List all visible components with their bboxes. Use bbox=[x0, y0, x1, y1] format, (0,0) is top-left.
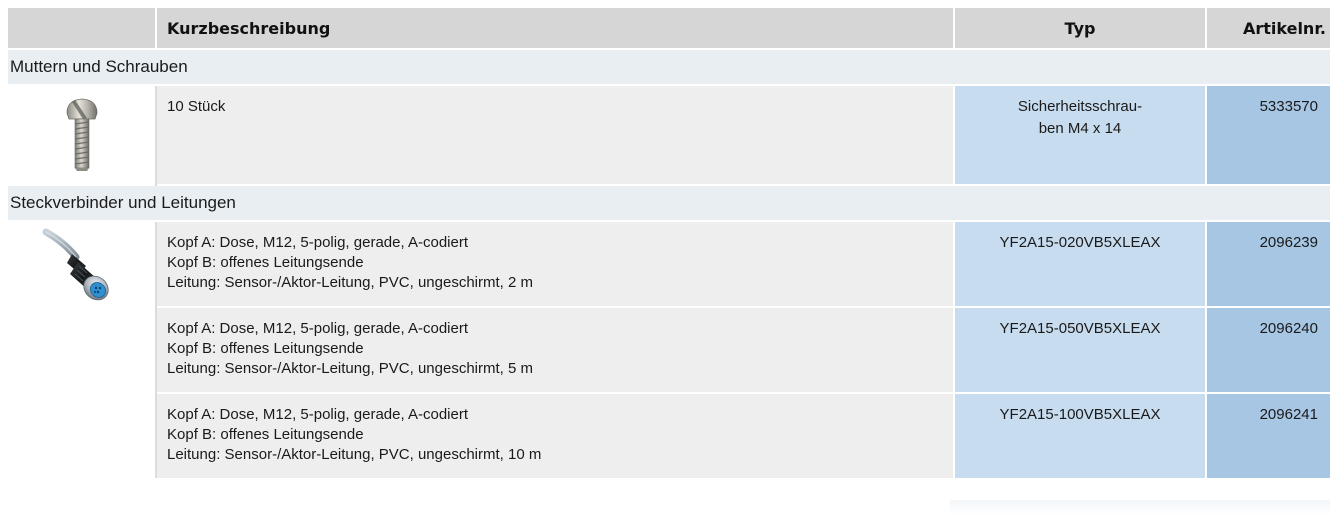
header-description: Kurzbeschreibung bbox=[157, 8, 955, 50]
description-line: Kopf A: Dose, M12, 5-polig, gerade, A-co… bbox=[167, 234, 469, 251]
description-line: Kopf A: Dose, M12, 5-polig, gerade, A-co… bbox=[167, 320, 469, 337]
bottom-fade-decoration bbox=[950, 500, 1330, 516]
description-line: Leitung: Sensor-/Aktor-Leitung, PVC, ung… bbox=[167, 360, 534, 377]
table-row: Kopf A: Dose, M12, 5-polig, gerade, A-co… bbox=[8, 394, 1330, 478]
description-cell: 10 Stück bbox=[157, 86, 955, 186]
description-cell: Kopf A: Dose, M12, 5-polig, gerade, A-co… bbox=[157, 222, 955, 308]
table-row: 10 Stück Sicherheitsschrau- ben M4 x 14 … bbox=[8, 86, 1330, 186]
product-image-screw bbox=[8, 86, 157, 186]
table-row: Kopf A: Dose, M12, 5-polig, gerade, A-co… bbox=[8, 308, 1330, 394]
m12-connector-cable-icon bbox=[42, 228, 109, 301]
article-number-cell: 2096241 bbox=[1207, 394, 1330, 478]
article-number-cell: 2096240 bbox=[1207, 308, 1330, 394]
header-image-column bbox=[8, 8, 157, 50]
accessories-table: Kurzbeschreibung Typ Artikelnr. Muttern … bbox=[8, 8, 1330, 478]
article-number-cell: 2096239 bbox=[1207, 222, 1330, 308]
group-title: Muttern und Schrauben bbox=[8, 50, 1330, 86]
description-line: Kopf B: offenes Leitungsende bbox=[167, 254, 364, 271]
description-line: Leitung: Sensor-/Aktor-Leitung, PVC, ung… bbox=[167, 446, 542, 463]
type-line: Sicherheitsschrau- bbox=[1017, 98, 1143, 115]
header-article-number: Artikelnr. bbox=[1207, 8, 1330, 50]
group-row-nuts-screws: Muttern und Schrauben bbox=[8, 50, 1330, 86]
type-cell: YF2A15-050VB5XLEAX bbox=[955, 308, 1207, 394]
group-title: Steckverbinder und Leitungen bbox=[8, 186, 1330, 222]
type-cell: YF2A15-020VB5XLEAX bbox=[955, 222, 1207, 308]
security-screw-icon bbox=[66, 98, 97, 171]
description-cell: Kopf A: Dose, M12, 5-polig, gerade, A-co… bbox=[157, 308, 955, 394]
description-line: Kopf B: offenes Leitungsende bbox=[167, 426, 364, 443]
group-row-connectors-cables: Steckverbinder und Leitungen bbox=[8, 186, 1330, 222]
type-cell: Sicherheitsschrau- ben M4 x 14 bbox=[955, 86, 1207, 186]
description-line: Kopf B: offenes Leitungsende bbox=[167, 340, 364, 357]
description-line: Leitung: Sensor-/Aktor-Leitung, PVC, ung… bbox=[167, 274, 534, 291]
description-line: 10 Stück bbox=[167, 98, 226, 115]
table-row: Kopf A: Dose, M12, 5-polig, gerade, A-co… bbox=[8, 222, 1330, 478]
type-line: ben M4 x 14 bbox=[1038, 120, 1122, 137]
article-number-cell: 5333570 bbox=[1207, 86, 1330, 186]
description-line: Kopf A: Dose, M12, 5-polig, gerade, A-co… bbox=[167, 406, 469, 423]
header-type: Typ bbox=[955, 8, 1207, 50]
table-header-row: Kurzbeschreibung Typ Artikelnr. bbox=[8, 8, 1330, 50]
description-cell: Kopf A: Dose, M12, 5-polig, gerade, A-co… bbox=[157, 394, 955, 478]
product-image-connector bbox=[8, 222, 157, 478]
type-cell: YF2A15-100VB5XLEAX bbox=[955, 394, 1207, 478]
